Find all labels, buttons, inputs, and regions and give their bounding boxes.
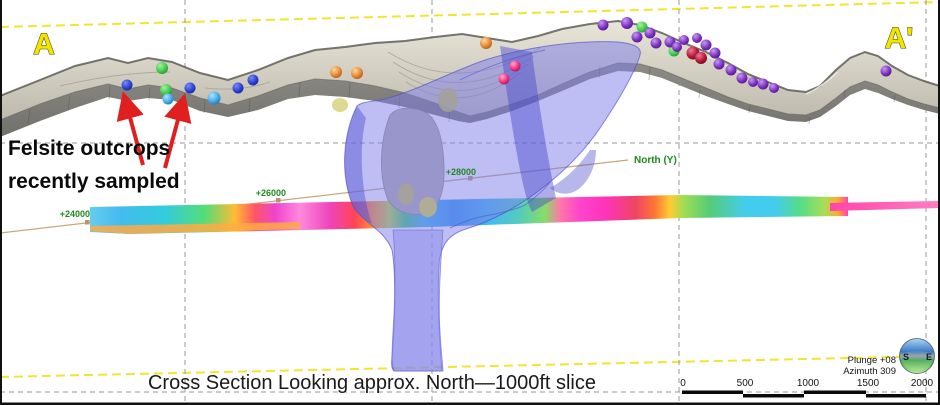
collar-dot-purple [769, 83, 779, 93]
collar-dot-purple [651, 38, 662, 49]
collar-dot-blue [233, 83, 244, 94]
felsite-patch [332, 98, 348, 112]
collar-dot-purple [710, 48, 721, 59]
cross-section-figure: Felsite outcrops recently sampled A A' +… [0, 0, 940, 405]
collar-dot-orange [480, 37, 492, 49]
axis-tick-label-28000: +28000 [446, 167, 476, 177]
collar-dot-purple [748, 77, 758, 87]
view-orientation-info: Plunge +08 Azimuth 309 [843, 355, 896, 377]
collar-dot-orange [351, 67, 363, 79]
viewport-3d[interactable]: Felsite outcrops recently sampled A A' +… [0, 0, 940, 405]
collar-dot-purple [632, 32, 643, 43]
collar-dot-purple [701, 40, 712, 51]
compass-globe[interactable]: S E [900, 339, 935, 374]
collar-dot-purple [621, 17, 633, 29]
azimuth-label: Azimuth 309 [843, 366, 896, 377]
collar-dot-crimson [695, 52, 707, 64]
collar-dot-green [156, 62, 168, 74]
collar-dot-purple [714, 59, 725, 70]
collar-dot-pink [510, 61, 521, 72]
scale-bar: 0 500 1000 1500 2000 [680, 378, 933, 398]
scale-tick-1500: 1500 [857, 378, 880, 389]
collar-dot-pink [499, 74, 510, 85]
axis-tick-24000 [85, 220, 90, 225]
collar-dot-blue [185, 83, 196, 94]
collar-dot-cyan [163, 94, 174, 105]
scale-tick-1000: 1000 [797, 378, 820, 389]
annotation-line2: recently sampled [8, 170, 180, 193]
axis-tick-26000 [276, 198, 281, 203]
scale-tick-0: 0 [680, 378, 686, 389]
figure-caption: Cross Section Looking approx. North—1000… [148, 372, 596, 394]
section-label-a-prime: A' [885, 22, 914, 55]
scale-tick-500: 500 [737, 378, 754, 389]
collar-dot-purple [692, 33, 702, 43]
collar-dot-purple [726, 65, 737, 76]
compass-south-letter: S [903, 352, 909, 362]
collar-dot-purple [881, 66, 892, 77]
collar-dot-purple [737, 73, 748, 84]
collar-dot-blue [122, 80, 133, 91]
collar-dot-purple [679, 35, 689, 45]
collar-dot-purple [645, 28, 656, 39]
collar-dot-purple [758, 79, 769, 90]
collar-dot-orange [330, 66, 342, 78]
collar-dot-cyan [208, 92, 221, 105]
collar-dot-purple [598, 20, 609, 31]
scale-tick-2000: 2000 [911, 378, 934, 389]
collar-dot-blue [248, 75, 259, 86]
annotation-line1: Felsite outcrops [8, 137, 170, 160]
compass-east-letter: E [926, 352, 932, 362]
section-label-a: A [33, 28, 55, 61]
axis-name-label: North (Y) [634, 155, 677, 166]
plunge-label: Plunge +08 [848, 355, 896, 366]
axis-tick-label-24000: +24000 [60, 209, 90, 219]
axis-tick-label-26000: +26000 [256, 188, 286, 198]
intrusion-stem [392, 230, 443, 371]
